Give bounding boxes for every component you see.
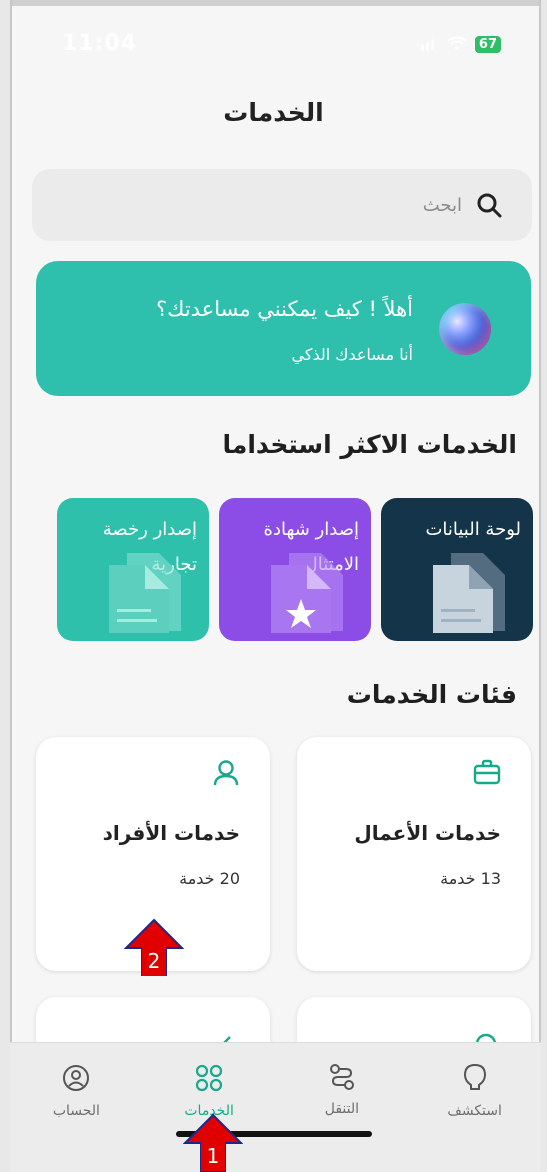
battery-indicator: 67 [474,36,501,53]
search-input[interactable] [80,193,464,217]
category-name: خدمات الأعمال [354,821,501,845]
annotation-number: 1 [201,1141,225,1171]
lightbulb-icon [462,1063,488,1097]
document-icon [109,553,181,633]
route-icon [328,1063,356,1095]
tab-account[interactable]: الحساب [10,1043,143,1172]
user-icon [212,759,240,791]
category-card-business[interactable]: خدمات الأعمال 13 خدمة [297,737,531,971]
status-icons: 67 [420,35,501,54]
ai-assistant-title: أهلاً ! كيف يمكنني مساعدتك؟ [155,297,413,321]
tab-label: استكشف [447,1103,502,1119]
search-bar[interactable] [32,169,532,241]
certificate-icon [271,553,343,633]
status-bar: 11:04 67 [12,6,539,76]
ai-assistant-subtitle: أنا مساعدك الذكي [291,345,413,364]
grid-circles-icon [194,1063,224,1097]
tile-compliance-certificate[interactable]: إصدار شهادة الامتثال [219,498,371,641]
wifi-icon [447,35,467,54]
popular-services-heading: الخدمات الاكثر استخداما [222,430,517,459]
screen-frame-left [0,0,12,1172]
category-count: 20 خدمة [179,869,240,888]
tile-label: لوحة البيانات [425,519,521,540]
tab-explore[interactable]: استكشف [408,1043,541,1172]
page-title: الخدمات [223,98,324,127]
tab-navigation[interactable]: التنقل [276,1043,409,1172]
account-icon [61,1063,91,1097]
status-time: 11:04 [62,31,138,56]
tile-dashboard[interactable]: لوحة البيانات [381,498,533,641]
annotation-marker-2: 2 [123,918,185,977]
service-categories-heading: فئات الخدمات [346,680,517,709]
ai-orb-icon [439,303,491,355]
screen-frame-right [539,0,547,1172]
bottom-tab-bar: استكشف التنقل الخدمات الحساب [10,1042,541,1172]
signal-icon [420,35,439,54]
category-count: 13 خدمة [440,869,501,888]
annotation-marker-1: 1 [182,1113,244,1172]
tab-label: التنقل [324,1101,360,1117]
annotation-number: 2 [142,946,166,976]
ai-assistant-banner[interactable]: أهلاً ! كيف يمكنني مساعدتك؟ أنا مساعدك ا… [36,261,531,396]
briefcase-icon [473,759,501,789]
app-screen: 11:04 67 الخدمات أهلاً ! كيف يمكنني مساع… [0,0,547,1172]
category-name: خدمات الأفراد [102,821,240,845]
document-icon [433,553,505,633]
search-icon[interactable] [476,192,502,218]
tab-label: الحساب [52,1103,100,1119]
tile-commercial-license[interactable]: إصدار رخصة تجارية [57,498,209,641]
